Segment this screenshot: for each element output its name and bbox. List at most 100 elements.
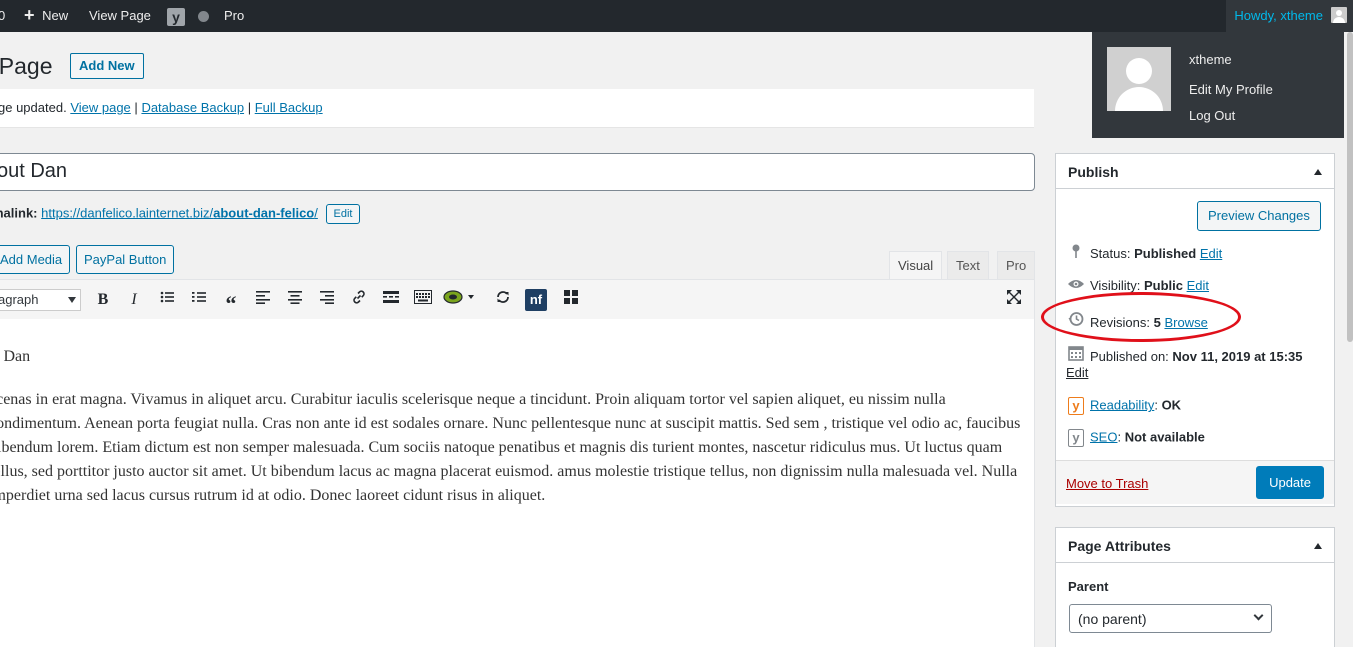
editor-content-area[interactable]: out Dan ecenas in erat magna. Vivamus in…	[0, 319, 1035, 647]
permalink-label: malink:	[0, 205, 38, 221]
readability-row: y Readability: OK	[1066, 397, 1181, 415]
highlight-circle	[1041, 292, 1241, 342]
avatar-head-shape	[1126, 58, 1152, 84]
paypal-button[interactable]: PayPal Button	[76, 245, 175, 274]
status-value: Published	[1134, 246, 1197, 261]
publish-box-title: Publish	[1068, 164, 1119, 180]
yoast-readability-icon: y	[1068, 397, 1084, 415]
colon: :	[1117, 429, 1125, 445]
page-attributes-box: Page Attributes Parent (no parent)	[1055, 527, 1335, 647]
page-attributes-title: Page Attributes	[1068, 538, 1171, 554]
notice-text: ge updated.	[0, 100, 67, 115]
status-row: Status: Published Edit	[1066, 244, 1222, 261]
logout-link[interactable]: Log Out	[1189, 108, 1235, 123]
dropdown-arrow-icon	[68, 297, 76, 303]
permalink-base: https://danfelico.lainternet.biz/	[41, 205, 214, 221]
avatar-icon	[1331, 7, 1347, 23]
full-backup-link[interactable]: Full Backup	[255, 100, 323, 115]
collapse-arrow-icon[interactable]	[1314, 543, 1322, 549]
status-dot-icon	[197, 11, 209, 23]
separator: |	[134, 100, 138, 115]
database-backup-link[interactable]: Database Backup	[141, 100, 244, 115]
fullscreen-icon[interactable]	[1003, 289, 1025, 311]
user-dropdown: xtheme Edit My Profile Log Out	[1092, 32, 1344, 138]
admin-bar-fragment[interactable]: 0	[0, 0, 5, 32]
content-paragraph: ecenas in erat magna. Vivamus in aliquet…	[0, 391, 1021, 504]
yoast-menu[interactable]: y	[167, 0, 209, 32]
link-icon[interactable]	[348, 289, 370, 311]
new-content-menu[interactable]: + New	[24, 0, 68, 32]
update-button[interactable]: Update	[1256, 466, 1324, 499]
add-media-button[interactable]: Add Media	[0, 245, 71, 274]
editor-toolbar: agraph B I “ nf	[0, 279, 1035, 320]
italic-icon[interactable]: I	[123, 289, 145, 311]
plus-icon: +	[24, 5, 35, 25]
readability-link[interactable]: Readability	[1090, 397, 1154, 412]
visibility-row: Visibility: Public Edit	[1066, 277, 1209, 293]
view-page-link[interactable]: View page	[70, 100, 130, 115]
blockquote-icon[interactable]: “	[220, 289, 242, 316]
edit-visibility-link[interactable]: Edit	[1187, 278, 1209, 293]
chevron-down-icon	[1253, 610, 1264, 621]
preview-changes-button[interactable]: Preview Changes	[1197, 201, 1321, 231]
parent-label: Parent	[1068, 579, 1109, 594]
permalink-url[interactable]: https://danfelico.lainternet.biz/about-d…	[41, 205, 318, 220]
add-new-button[interactable]: Add New	[70, 53, 144, 79]
tab-pro[interactable]: Pro	[997, 251, 1036, 280]
collapse-arrow-icon[interactable]	[1314, 169, 1322, 175]
status-label: Status:	[1090, 246, 1131, 261]
username-link[interactable]: xtheme	[1189, 52, 1232, 67]
view-page-link[interactable]: View Page	[89, 0, 151, 32]
seo-value: Not available	[1124, 429, 1205, 445]
pin-icon	[1066, 244, 1086, 261]
major-publishing-actions: Move to Trash Update	[1056, 460, 1334, 504]
align-left-icon[interactable]	[252, 289, 274, 311]
eye-icon	[1066, 277, 1086, 293]
avatar[interactable]	[1107, 47, 1171, 111]
yoast-seo-icon: y	[1068, 429, 1084, 447]
toolbar-toggle-icon[interactable]	[412, 289, 434, 311]
align-right-icon[interactable]	[316, 289, 338, 311]
grid-blocks-icon[interactable]	[560, 289, 582, 311]
published-on-label: Published on:	[1090, 349, 1169, 364]
edit-date-link[interactable]: Edit	[1066, 365, 1088, 380]
edit-profile-link[interactable]: Edit My Profile	[1189, 82, 1273, 97]
post-title-input[interactable]: out Dan	[0, 153, 1035, 191]
edit-status-link[interactable]: Edit	[1200, 246, 1222, 261]
yoast-icon: y	[167, 7, 185, 26]
align-center-icon[interactable]	[284, 289, 306, 311]
tab-visual[interactable]: Visual	[889, 251, 943, 280]
publish-box-header[interactable]: Publish	[1056, 154, 1334, 189]
read-more-icon[interactable]	[380, 289, 402, 311]
my-account-menu[interactable]: Howdy, xtheme	[1226, 0, 1353, 32]
new-label: New	[42, 8, 69, 23]
pro-menu[interactable]: Pro	[224, 0, 244, 32]
admin-bar: 0 + New View Page y Pro Howdy, xtheme	[0, 0, 1353, 32]
page-scrollbar[interactable]	[1347, 32, 1353, 342]
format-select[interactable]: agraph	[0, 289, 81, 311]
tab-text[interactable]: Text	[947, 251, 989, 280]
bullet-list-icon[interactable]	[156, 289, 178, 311]
updated-notice: ge updated. View page | Database Backup …	[0, 89, 1034, 128]
parent-select[interactable]: (no parent)	[1069, 604, 1272, 633]
page-attributes-header[interactable]: Page Attributes	[1056, 528, 1334, 563]
seo-row: y SEO: Not available	[1066, 429, 1205, 447]
permalink-slug: about-dan-felico	[213, 205, 315, 221]
bold-icon[interactable]: B	[92, 289, 114, 311]
permalink: malink: https://danfelico.lainternet.biz…	[0, 204, 361, 224]
visibility-label: Visibility:	[1090, 278, 1141, 293]
add-media-label: Add Media	[0, 252, 63, 267]
move-to-trash-link[interactable]: Move to Trash	[1066, 476, 1148, 491]
page-title: t Page	[0, 53, 53, 79]
shortcode-plugin-icon[interactable]	[442, 289, 476, 311]
edit-permalink-button[interactable]: Edit	[325, 204, 361, 224]
readability-value: OK	[1161, 397, 1182, 413]
parent-select-value: (no parent)	[1078, 611, 1147, 627]
ninja-forms-icon[interactable]: nf	[525, 289, 547, 311]
refresh-icon[interactable]	[492, 289, 514, 311]
numbered-list-icon[interactable]	[188, 289, 210, 311]
content-heading: out Dan	[0, 348, 31, 365]
seo-link[interactable]: SEO	[1090, 429, 1117, 444]
calendar-icon	[1066, 345, 1086, 364]
visibility-value: Public	[1143, 278, 1183, 293]
